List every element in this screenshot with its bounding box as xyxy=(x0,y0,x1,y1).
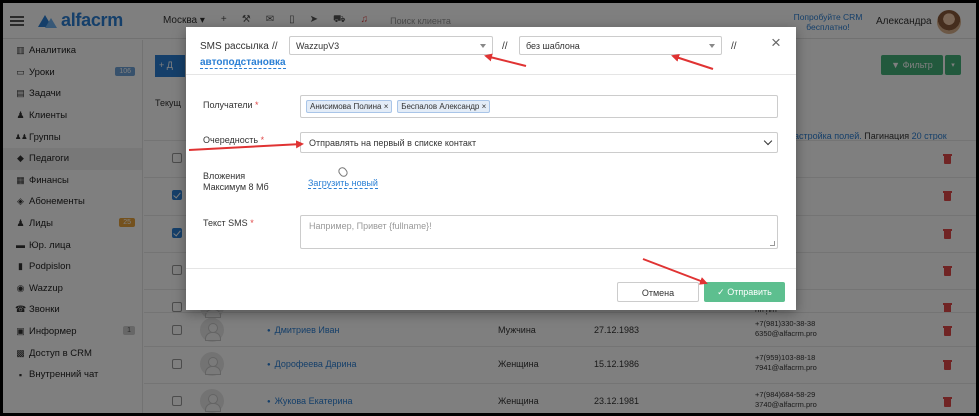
title-separator: // xyxy=(502,41,508,52)
sms-modal: SMS рассылка // WazzupV3 // без шаблона … xyxy=(186,27,796,310)
attachments-label-line2: Максимум 8 Мб xyxy=(203,182,269,192)
close-icon[interactable]: × xyxy=(771,33,781,53)
provider-select[interactable]: WazzupV3 xyxy=(289,36,493,55)
cancel-button[interactable]: Отмена xyxy=(617,282,699,302)
paperclip-icon xyxy=(336,165,350,179)
required-mark: * xyxy=(250,218,254,228)
title-separator: // xyxy=(272,41,278,52)
required-mark: * xyxy=(260,135,265,145)
provider-value: WazzupV3 xyxy=(296,41,340,51)
caret-down-icon xyxy=(480,44,486,48)
upload-new-link[interactable]: Загрузить новый xyxy=(308,178,378,189)
sms-text-area[interactable]: Например, Привет {fullname}! xyxy=(300,215,778,249)
template-select[interactable]: без шаблона xyxy=(519,36,722,55)
order-value: Отправлять на первый в списке контакт xyxy=(309,138,477,148)
sms-text-label-text: Текст SMS xyxy=(203,218,248,228)
attachments-label: Вложения Максимум 8 Мб xyxy=(203,171,269,193)
sms-text-placeholder: Например, Привет {fullname}! xyxy=(309,221,432,231)
recipient-tag[interactable]: Анисимова Полина × xyxy=(306,100,393,113)
order-label: Очередность * xyxy=(203,135,264,146)
recipients-label: Получатели * xyxy=(203,100,259,111)
modal-title: SMS рассылка xyxy=(200,41,269,52)
title-separator: // xyxy=(731,41,737,52)
order-label-text: Очередность xyxy=(203,135,259,145)
modal-header: SMS рассылка // WazzupV3 // без шаблона … xyxy=(186,27,796,75)
sms-text-label: Текст SMS * xyxy=(203,218,254,229)
order-select[interactable]: Отправлять на первый в списке контакт xyxy=(300,132,778,153)
recipients-label-text: Получатели xyxy=(203,100,253,110)
modal-footer: Отмена ✓ Отправить xyxy=(186,268,796,310)
recipients-field[interactable]: Анисимова Полина × Беспалов Александр × xyxy=(300,95,778,118)
send-button[interactable]: ✓ Отправить xyxy=(704,282,785,302)
chevron-down-icon xyxy=(763,136,773,146)
template-value: без шаблона xyxy=(526,41,580,51)
attachments-label-line1: Вложения xyxy=(203,171,246,181)
recipient-tag[interactable]: Беспалов Александр × xyxy=(397,100,491,113)
autosubstitution-link[interactable]: автоподстановка xyxy=(200,57,286,69)
required-mark: * xyxy=(255,100,259,110)
caret-down-icon xyxy=(709,44,715,48)
resize-handle-icon[interactable] xyxy=(770,241,775,246)
screenshot-frame: alfacrm Москва ▾ + ⚒ ✉ ▯ ➤ ⛟ ♫ Поиск кли… xyxy=(0,0,979,416)
